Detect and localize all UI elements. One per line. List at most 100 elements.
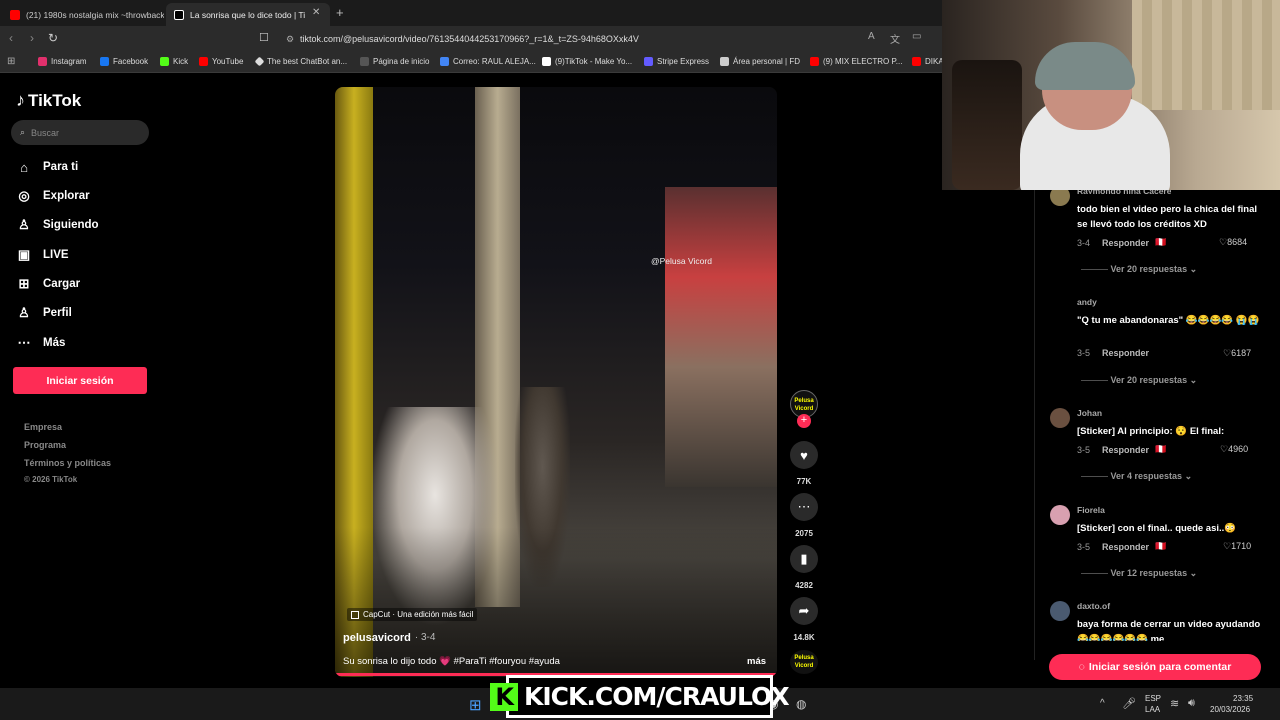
view-replies[interactable]: ——— Ver 12 respuestas ⌄ — [1081, 568, 1197, 579]
bookmark-item[interactable]: Área personal | FD — [720, 57, 800, 66]
bookmark-item[interactable]: Kick — [160, 57, 188, 66]
nav-mas[interactable]: ⋯ Más — [16, 333, 66, 353]
avatar[interactable] — [1050, 297, 1070, 317]
url-field[interactable]: tiktok.com/@pelusavicord/video/761354404… — [300, 34, 639, 44]
tab-title: (21) 1980s nostalgia mix ~throwback — [26, 9, 164, 20]
video-date: · 3-4 — [414, 632, 436, 643]
bookmark-icon[interactable]: ☐ — [259, 31, 269, 44]
bookmark-item[interactable]: Página de inicio — [360, 57, 429, 66]
comment-likes[interactable]: ♡4960 — [1220, 444, 1248, 455]
compass-icon: ◎ — [18, 188, 30, 203]
nav-siguiendo[interactable]: ♙ Siguiendo — [16, 215, 98, 235]
nav-cargar[interactable]: ⊞ Cargar — [16, 274, 81, 294]
footer-link[interactable]: Empresa — [24, 422, 62, 432]
video-caption[interactable]: Su sonrisa lo dijo todo 💗 #ParaTi #foury… — [343, 656, 560, 667]
comment-likes[interactable]: ♡1710 — [1223, 541, 1251, 552]
avatar[interactable] — [1050, 408, 1070, 428]
login-button[interactable]: Iniciar sesión — [13, 367, 147, 394]
capcut-tag[interactable]: CapCut · Una edición más fácil — [347, 608, 478, 621]
reply-button[interactable]: Responder — [1102, 238, 1149, 248]
lang-layout[interactable]: LAA — [1145, 705, 1160, 714]
bookmark-label: Stripe Express — [657, 57, 710, 66]
comment-login-button[interactable]: ◌ Iniciar sesión para comentar — [1049, 654, 1261, 680]
lang-code[interactable]: ESP — [1145, 694, 1161, 703]
comment-meta: 3-5 Responder 🇵🇪 — [1077, 444, 1166, 455]
music-disc[interactable]: Pelusa Vicord — [790, 650, 818, 674]
nav-live[interactable]: ▣ LIVE — [16, 245, 69, 265]
bookmark-label: YouTube — [212, 57, 244, 66]
kick-logo-icon: K — [490, 682, 518, 711]
youtube-icon — [10, 9, 20, 20]
bookmark-item[interactable]: (9) MIX ELECTRO P... — [810, 57, 902, 66]
view-replies[interactable]: ——— Ver 20 respuestas ⌄ — [1081, 264, 1197, 275]
windows-start-icon[interactable]: ⊞ — [469, 696, 482, 714]
comment-button[interactable]: ⋯ — [790, 493, 818, 521]
view-replies[interactable]: ——— Ver 4 respuestas ⌄ — [1081, 471, 1192, 482]
reader-icon[interactable]: 文 — [890, 31, 900, 46]
heart-icon: ♥ — [800, 447, 808, 463]
comment-user[interactable]: Fiorela — [1077, 505, 1105, 515]
stripe-icon — [644, 57, 653, 66]
reply-button[interactable]: Responder — [1102, 445, 1149, 455]
comment-user[interactable]: andy — [1077, 297, 1097, 307]
share-button[interactable]: ➦ — [790, 597, 818, 625]
tab-youtube[interactable]: (21) 1980s nostalgia mix ~throwback — [2, 3, 164, 26]
bookmark-label: Página de inicio — [373, 57, 430, 66]
video-author[interactable]: pelusavicord — [343, 632, 411, 644]
bookmark-item[interactable]: The best ChatBot an... — [254, 56, 347, 67]
tab-tiktok[interactable]: La sonrisa que lo dice todo | TikT — [166, 3, 330, 26]
nav-perfil[interactable]: ♙ Perfil — [16, 303, 72, 323]
like-button[interactable]: ♥ — [790, 441, 818, 469]
avatar[interactable] — [1050, 505, 1070, 525]
cast-icon[interactable]: ▭ — [912, 31, 921, 42]
reply-button[interactable]: Responder — [1102, 542, 1149, 552]
bookmark-item[interactable]: Instagram — [38, 57, 87, 66]
follow-plus-icon[interactable]: + — [797, 414, 811, 428]
reply-button[interactable]: Responder — [1102, 348, 1149, 358]
comment-meta: 3-5 Responder — [1077, 348, 1149, 358]
save-button[interactable]: ▮ — [790, 545, 818, 573]
nav-para-ti[interactable]: ⌂ Para ti — [16, 157, 78, 177]
bookmark-item[interactable]: (9)TikTok - Make Yo... — [542, 57, 632, 66]
bookmark-item[interactable]: DIKA — [912, 57, 942, 66]
footer-link[interactable]: Programa — [24, 440, 66, 450]
back-icon[interactable]: ‹ — [9, 31, 13, 45]
bookmark-item[interactable]: Facebook — [100, 57, 148, 66]
wifi-icon[interactable]: ≋ — [1170, 697, 1179, 710]
comment-count: 2075 — [795, 529, 813, 538]
search-input[interactable]: ⌕ Buscar — [11, 120, 149, 145]
video-more-link[interactable]: más — [747, 656, 766, 667]
footer-link[interactable]: Términos y políticas — [24, 458, 111, 468]
comment-user[interactable]: daxto.of — [1077, 601, 1110, 611]
video-author-row: pelusavicord · 3-4 — [343, 632, 435, 644]
comment-date: 3-5 — [1077, 348, 1091, 358]
chatbot-icon — [254, 56, 265, 67]
close-tab-icon[interactable]: ✕ — [312, 7, 320, 18]
volume-icon[interactable]: 🔊︎ — [1188, 697, 1195, 710]
comment-likes[interactable]: ♡8684 — [1219, 237, 1247, 248]
nav-explorar[interactable]: ◎ Explorar — [16, 186, 89, 206]
bookmark-item[interactable]: YouTube — [199, 57, 243, 66]
comment-user[interactable]: Johan — [1077, 408, 1102, 418]
bookmark-label: (9) MIX ELECTRO P... — [823, 57, 903, 66]
tiktok-logo[interactable]: ♪ TikTok — [16, 90, 81, 111]
site-info-icon[interactable]: ⚙ — [286, 34, 294, 45]
video-player[interactable]: @Pelusa Vicord CapCut · Una edición más … — [335, 87, 777, 677]
chevron-up-icon[interactable]: ^ — [1100, 698, 1105, 709]
forward-icon[interactable]: › — [30, 31, 34, 45]
mic-icon[interactable]: 🎤︎ — [1122, 697, 1136, 710]
clock-time[interactable]: 23:35 — [1233, 694, 1253, 703]
apps-grid-icon[interactable]: ⊞ — [7, 56, 15, 67]
avatar[interactable] — [1050, 601, 1070, 621]
steam-icon[interactable]: ◍ — [796, 697, 806, 711]
reload-icon[interactable]: ↻ — [48, 31, 58, 45]
translate-icon[interactable]: A — [868, 31, 875, 42]
bookmark-item[interactable]: Correo: RAUL ALEJA... — [440, 57, 536, 66]
bookmark-item[interactable]: Stripe Express — [644, 57, 709, 66]
webcam-curtain — [1132, 0, 1280, 110]
view-replies[interactable]: ——— Ver 20 respuestas ⌄ — [1081, 375, 1197, 386]
comment-likes[interactable]: ♡6187 — [1223, 348, 1251, 359]
clock-date[interactable]: 20/03/2026 — [1210, 705, 1250, 714]
new-tab-icon[interactable]: + — [336, 5, 344, 20]
logo-text: TikTok — [28, 90, 82, 110]
